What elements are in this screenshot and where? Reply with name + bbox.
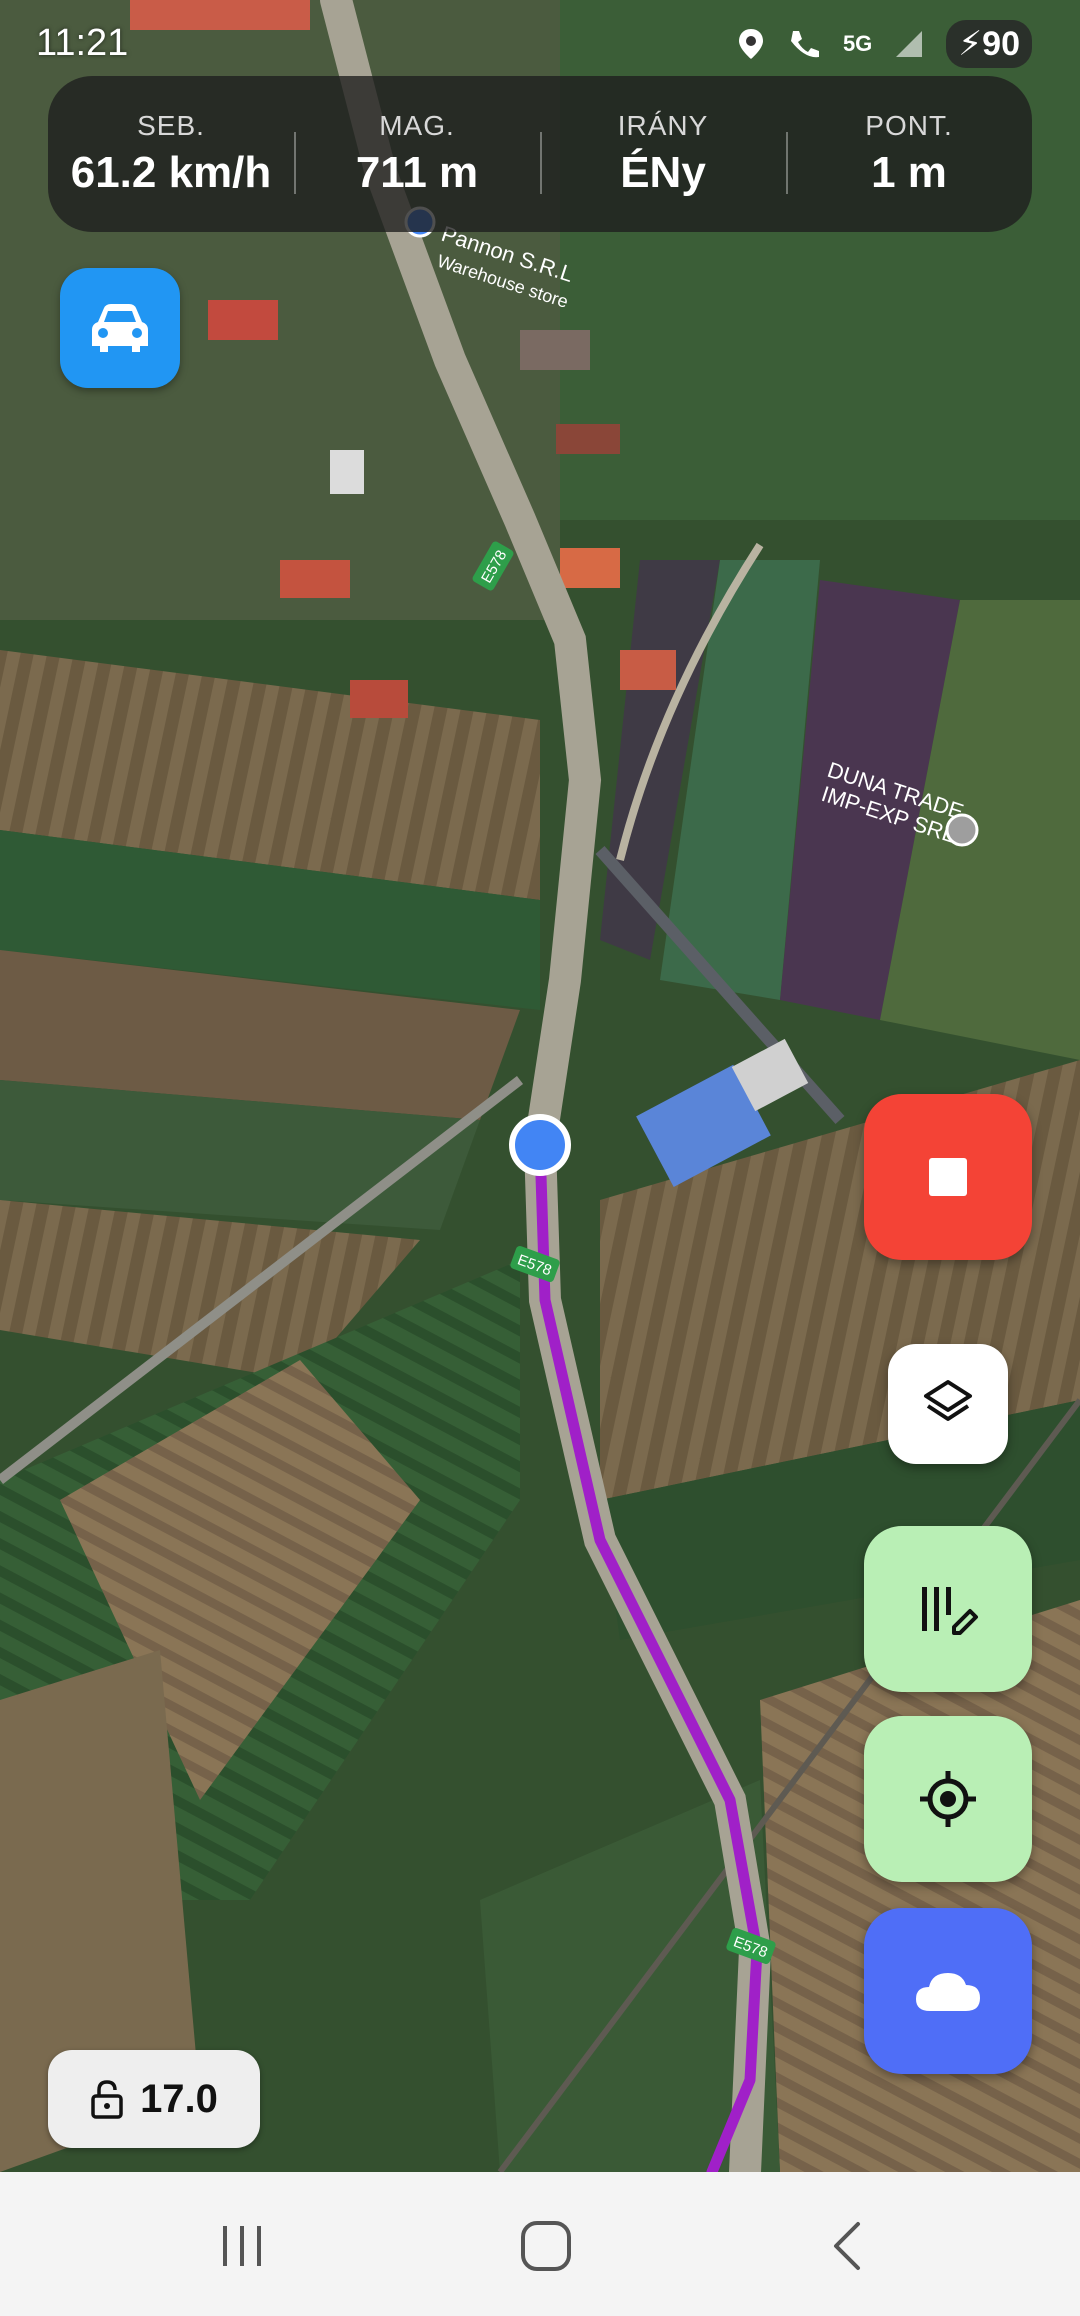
wifi-call-icon — [790, 31, 819, 58]
system-nav-bar — [0, 2172, 1080, 2316]
stat-label: IRÁNY — [617, 110, 709, 141]
stat-value: 1 m — [871, 148, 947, 197]
battery-indicator: ⚡90 — [946, 20, 1032, 68]
stat-direction: IRÁNY ÉNy — [540, 110, 786, 198]
recents-button[interactable] — [202, 2206, 282, 2286]
battery-level: 90 — [982, 25, 1020, 63]
car-icon — [92, 304, 148, 352]
stop-recording-button[interactable] — [864, 1094, 1032, 1260]
transport-mode-button[interactable] — [60, 268, 180, 388]
back-button[interactable] — [808, 2206, 888, 2286]
stat-altitude: MAG. 711 m — [294, 110, 540, 198]
lock-open-icon — [91, 2080, 123, 2119]
status-icons: 5G ⚡90 — [737, 20, 1032, 68]
stat-label: PONT. — [865, 110, 953, 141]
edit-notes-icon — [922, 1587, 978, 1635]
tracking-stats-panel: SEB. 61.2 km/h MAG. 711 m IRÁNY ÉNy PONT… — [48, 76, 1032, 232]
cloud-icon — [916, 1973, 980, 2011]
network-type: 5G — [842, 31, 873, 56]
back-icon — [834, 2222, 860, 2270]
home-button[interactable] — [506, 2206, 586, 2286]
zoom-level: 17.0 — [140, 2076, 218, 2121]
zoom-lock-chip[interactable]: 17.0 — [48, 2050, 260, 2148]
current-location-marker — [509, 1114, 571, 1176]
map-layers-button[interactable] — [888, 1344, 1008, 1464]
stop-icon — [929, 1158, 967, 1196]
stat-label: SEB. — [137, 110, 205, 141]
home-icon — [521, 2221, 571, 2271]
stat-value: ÉNy — [620, 148, 706, 197]
stat-value: 61.2 km/h — [70, 148, 272, 197]
stat-label: MAG. — [379, 110, 455, 141]
signal-icon — [896, 31, 923, 57]
stat-speed: SEB. 61.2 km/h — [48, 110, 294, 198]
stat-accuracy: PONT. 1 m — [786, 110, 1032, 198]
location-icon — [738, 29, 763, 59]
recents-icon — [223, 2226, 261, 2266]
layers-icon — [924, 1380, 972, 1421]
edit-track-button[interactable] — [864, 1526, 1032, 1692]
crosshair-icon — [920, 1771, 976, 1827]
status-time: 11:21 — [36, 22, 129, 64]
my-location-button[interactable] — [864, 1716, 1032, 1882]
stat-value: 711 m — [355, 148, 479, 197]
cloud-sync-button[interactable] — [864, 1908, 1032, 2074]
